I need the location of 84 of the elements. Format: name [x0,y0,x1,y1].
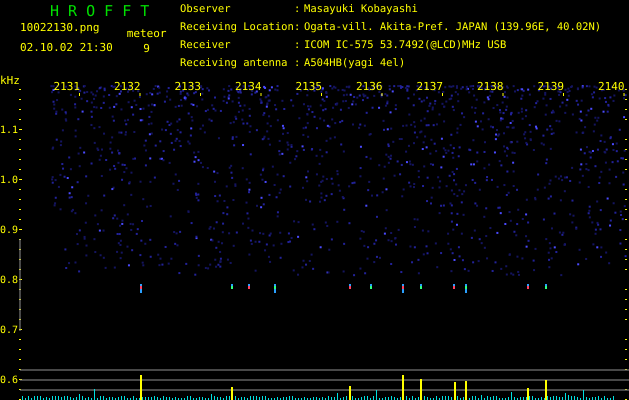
info-colon: : [294,21,302,35]
tick-mark [19,159,21,160]
frequency-label: 0.9 [0,225,18,236]
tick-mark [19,129,22,130]
tick-mark [625,239,627,240]
tick-mark [19,169,21,170]
tick-mark [19,189,21,190]
tick-mark [625,289,627,290]
info-label: Receiving Location [180,21,294,35]
tick-mark [19,339,21,340]
tick-mark [442,93,443,96]
info-colon: : [294,3,302,17]
info-colon: : [294,39,302,53]
info-label: Observer [180,3,232,17]
tick-mark [19,109,21,110]
tick-mark [19,209,21,210]
tick-mark [625,119,627,120]
app-title: H R O F F T [49,3,150,19]
tick-mark [625,359,627,360]
tick-mark [625,169,627,170]
tick-mark [625,89,627,90]
info-value: Masayuki Kobayashi [304,3,419,17]
info-label: Receiving antenna [180,57,288,71]
tick-mark [625,209,627,210]
tick-mark [19,379,22,380]
tick-mark [19,359,21,360]
time-label: 2138 [477,80,504,93]
tick-mark [79,93,80,96]
tick-mark [19,229,22,230]
tick-mark [19,279,22,280]
info-value: Ogata-vill. Akita-Pref. JAPAN (139.96E, 40.02N) [304,21,602,35]
tick-mark [625,149,627,150]
meteor-label: meteor [126,27,166,40]
tick-mark [502,93,504,96]
tick-mark [19,329,22,330]
tick-mark [625,269,627,270]
time-label: 2134 [235,80,262,93]
time-label: 2139 [538,80,564,93]
frequency-label: 0.8 [0,275,18,286]
tick-mark [19,99,21,100]
time-label: 2136 [356,80,382,93]
frequency-label: 1.0 [0,175,18,186]
tick-mark [19,199,21,200]
tick-mark [19,349,21,350]
tick-mark [625,339,627,340]
tick-mark [19,219,21,220]
time-label: 2135 [296,80,322,93]
tick-mark [19,89,21,90]
tick-mark [625,189,627,190]
tick-mark [200,93,201,96]
tick-mark [625,249,627,250]
tick-mark [260,93,262,96]
meteor-count: 9 [143,42,150,55]
frequency-label: 1.1 [0,125,18,136]
time-label: 2132 [114,80,140,93]
tick-mark [625,349,627,350]
unit-label: kHz [0,75,20,87]
date-time: 02.10.02 21:30 [20,41,113,54]
tick-mark [563,93,564,96]
tick-mark [625,99,627,100]
tick-mark [625,199,627,200]
tick-mark [321,93,322,96]
tick-mark [625,159,627,160]
time-label: 2133 [174,80,201,93]
tick-mark [19,139,21,140]
tick-mark [19,179,22,180]
frequency-label: 0.6 [0,375,18,386]
tick-mark [625,319,627,320]
frequency-label: 0.7 [0,325,18,336]
info-value: ICOM IC-575 53.7492(@LCD)MHz USB [304,39,508,53]
tick-mark [625,309,627,310]
time-label: 2140 [598,80,624,93]
tick-mark [625,109,627,110]
tick-mark [625,139,627,140]
time-label: 2131 [54,80,80,93]
info-label: Receiver [180,39,232,53]
info-colon: : [294,57,302,71]
tick-mark [625,219,627,220]
info-value: A504HB(yagi 4el) [304,57,406,71]
file-name: 10022130.png [20,21,100,34]
tick-mark [19,149,21,150]
tick-mark [625,299,627,300]
time-label: 2137 [416,80,443,93]
tick-mark [19,119,21,120]
